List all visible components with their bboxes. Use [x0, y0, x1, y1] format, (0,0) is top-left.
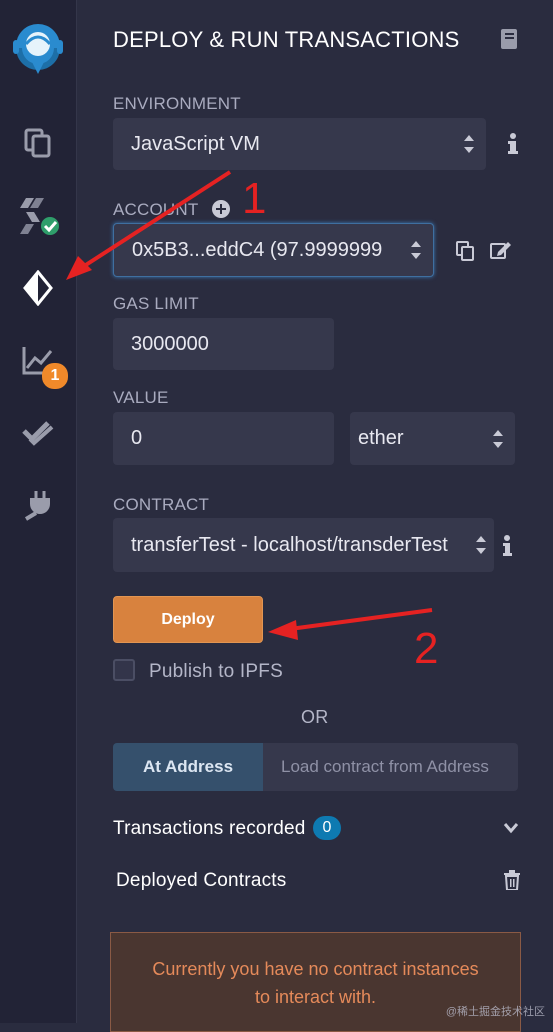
value-unit: ether [358, 427, 404, 449]
plugin-icon[interactable] [0, 476, 76, 532]
account-value: 0x5B3...eddC4 (97.9999999 [132, 238, 383, 261]
environment-label: ENVIRONMENT [113, 94, 241, 113]
select-arrows-icon [464, 135, 474, 153]
select-arrows-icon [493, 429, 503, 448]
publish-ipfs-label: Publish to IPFS [149, 661, 283, 682]
transactions-count-badge: 0 [313, 816, 341, 840]
at-address-button[interactable]: At Address [113, 743, 263, 791]
gas-limit-label: GAS LIMIT [113, 294, 199, 313]
notice-line-1: Currently you have no contract instances [152, 959, 479, 979]
environment-info-icon[interactable] [507, 132, 519, 156]
gas-limit-input[interactable]: 3000000 [113, 318, 334, 370]
contract-select[interactable]: transferTest - localhost/transderTest [113, 518, 494, 572]
load-address-input[interactable]: Load contract from Address [263, 743, 518, 791]
environment-select[interactable]: JavaScript VM [113, 118, 486, 170]
analysis-badge: 1 [42, 363, 68, 389]
select-arrows-icon [411, 241, 421, 259]
transactions-recorded-label: Transactions recorded [113, 818, 306, 839]
value-input[interactable]: 0 [113, 412, 334, 465]
annotation-marker-2: 2 [414, 624, 439, 673]
chevron-down-icon[interactable] [503, 821, 519, 839]
deployed-contracts-label: Deployed Contracts [116, 870, 287, 891]
watermark: @稀土掘金技术社区 [445, 1006, 545, 1018]
account-label: ACCOUNT [113, 200, 199, 219]
trash-icon[interactable] [504, 870, 520, 895]
account-select[interactable]: 0x5B3...eddC4 (97.9999999 [113, 223, 434, 277]
icon-sidebar: 1 [0, 0, 77, 1023]
copy-icon[interactable] [456, 241, 474, 266]
value-unit-select[interactable]: ether [350, 412, 515, 465]
select-arrows-icon [476, 536, 486, 554]
double-check-icon[interactable] [0, 404, 76, 460]
value-label: VALUE [113, 388, 169, 407]
file-explorer-icon[interactable] [0, 114, 76, 170]
solidity-compiler-icon[interactable] [0, 188, 76, 244]
panel-title: DEPLOY & RUN TRANSACTIONS [113, 27, 460, 52]
remix-logo-icon[interactable] [0, 14, 76, 84]
or-divider: OR [301, 707, 329, 727]
annotation-marker-1: 1 [242, 174, 267, 223]
environment-value: JavaScript VM [131, 132, 260, 155]
edit-icon[interactable] [490, 240, 512, 265]
contract-label: CONTRACT [113, 495, 210, 514]
contract-value: transferTest - localhost/transderTest [131, 533, 448, 556]
add-account-icon[interactable] [212, 200, 230, 218]
publish-ipfs-checkbox[interactable] [113, 659, 135, 681]
deploy-panel: DEPLOY & RUN TRANSACTIONS ENVIRONMENT Ja… [76, 0, 553, 1032]
documentation-icon[interactable] [500, 28, 518, 55]
deploy-button[interactable]: Deploy [113, 596, 263, 643]
deploy-run-icon[interactable] [0, 260, 76, 316]
contract-info-icon[interactable] [502, 535, 512, 557]
